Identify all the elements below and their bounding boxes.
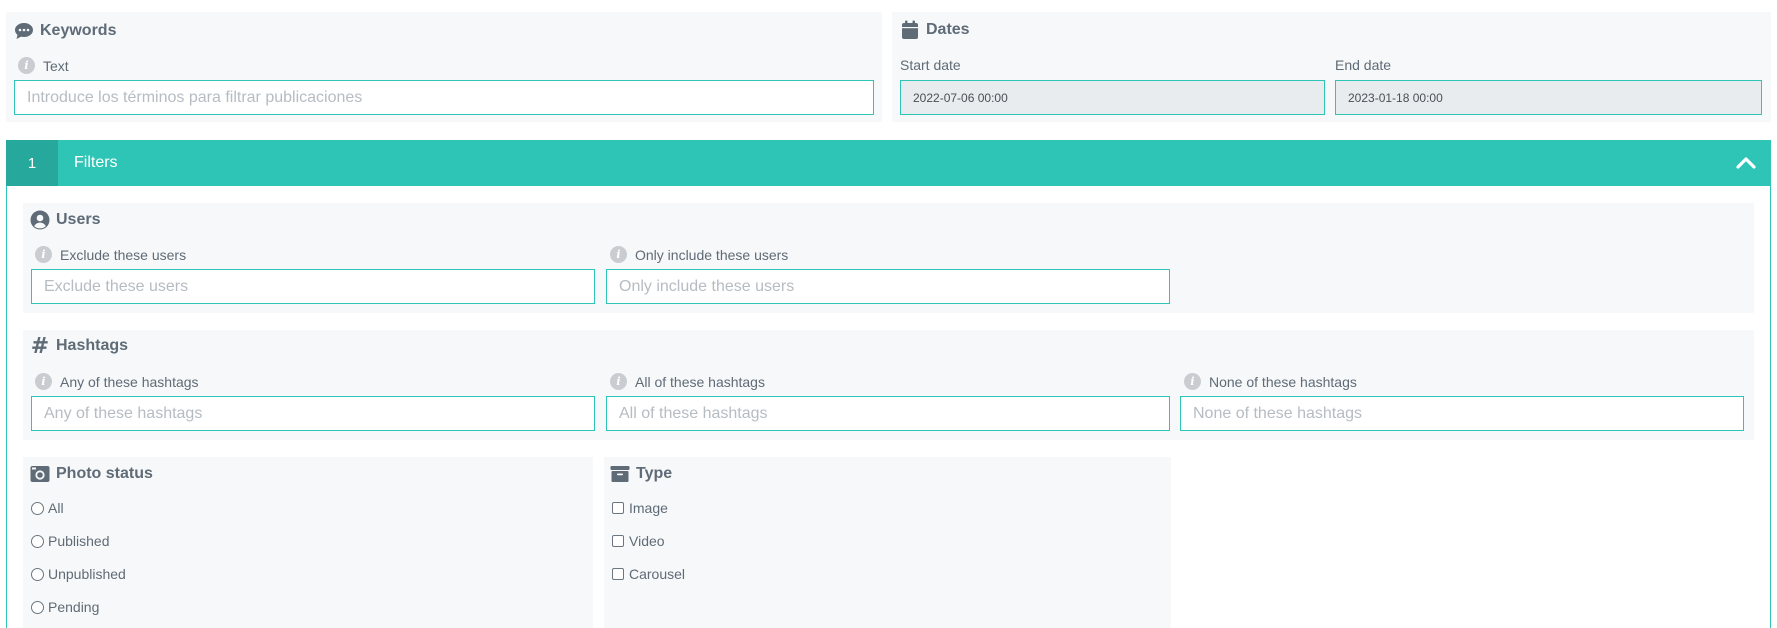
start-date-label: Start date <box>900 57 961 73</box>
none-hashtags-input[interactable]: None of these hashtags <box>1180 396 1744 431</box>
type-option[interactable]: Carousel <box>612 566 685 582</box>
dates-title-label: Dates <box>926 21 970 38</box>
info-icon[interactable]: i <box>1184 373 1201 390</box>
any-hashtags-label-text: Any of these hashtags <box>60 373 199 390</box>
option-label: Image <box>629 500 668 516</box>
include-users-input[interactable]: Only include these users <box>606 269 1170 304</box>
info-icon[interactable]: i <box>18 57 35 74</box>
filters-step-number: 1 <box>6 140 58 186</box>
hash-icon: # <box>30 333 50 359</box>
info-icon[interactable]: i <box>610 373 627 390</box>
radio-button[interactable] <box>31 501 44 515</box>
hashtags-title-label: Hashtags <box>56 337 129 354</box>
user-circle-icon <box>30 210 50 230</box>
checkbox[interactable] <box>612 502 624 514</box>
exclude-users-label: i Exclude these users <box>35 246 186 263</box>
option-label: Unpublished <box>48 566 126 582</box>
info-icon[interactable]: i <box>35 373 52 390</box>
photo-status-title: Photo status <box>30 464 153 484</box>
text-label: Text <box>43 57 69 74</box>
hashtags-title: # Hashtags <box>30 333 129 359</box>
chevron-up-icon[interactable] <box>1735 153 1757 173</box>
exclude-users-input[interactable]: Exclude these users <box>31 269 595 304</box>
comment-icon <box>14 21 34 41</box>
dates-title: Dates <box>900 20 970 40</box>
start-date-input[interactable]: 2022-07-06 00:00 <box>900 80 1325 115</box>
checkbox[interactable] <box>612 535 624 547</box>
users-title-label: Users <box>56 211 101 228</box>
filters-title: Filters <box>74 154 118 171</box>
type-option[interactable]: Image <box>612 500 668 516</box>
keywords-text-input[interactable]: Introduce los términos para filtrar publ… <box>14 80 874 115</box>
camera-icon <box>30 464 50 484</box>
all-hashtags-input[interactable]: All of these hashtags <box>606 396 1170 431</box>
none-hashtags-label-text: None of these hashtags <box>1209 373 1357 390</box>
users-title: Users <box>30 210 100 230</box>
type-option[interactable]: Video <box>612 533 665 549</box>
keywords-panel: Keywords i Text Introduce los términos p… <box>6 12 882 122</box>
archive-icon <box>610 464 630 484</box>
type-title: Type <box>610 464 672 484</box>
option-label: Carousel <box>629 566 686 582</box>
option-label: Pending <box>48 599 100 615</box>
all-hashtags-label: i All of these hashtags <box>610 373 765 390</box>
photo-status-option[interactable]: All <box>31 500 64 516</box>
photo-status-panel: Photo status All Published Unpublished P… <box>23 457 593 628</box>
keywords-title-label: Keywords <box>40 22 117 39</box>
type-title-label: Type <box>636 465 673 482</box>
info-icon[interactable]: i <box>35 246 52 263</box>
radio-button[interactable] <box>31 567 44 581</box>
radio-button[interactable] <box>31 534 44 548</box>
dates-panel: Dates Start date 2022-07-06 00:00 End da… <box>892 12 1771 122</box>
all-hashtags-label-text: All of these hashtags <box>635 373 765 390</box>
exclude-users-label-text: Exclude these users <box>60 246 187 263</box>
end-date-label: End date <box>1335 57 1392 73</box>
option-label: All <box>48 500 64 516</box>
hashtags-panel: # Hashtags i Any of these hashtags Any o… <box>23 330 1754 440</box>
any-hashtags-input[interactable]: Any of these hashtags <box>31 396 595 431</box>
text-field-label: i Text <box>18 57 69 74</box>
info-icon[interactable]: i <box>610 246 627 263</box>
include-users-label-text: Only include these users <box>635 246 789 263</box>
radio-button[interactable] <box>31 600 44 614</box>
end-date-input[interactable]: 2023-01-18 00:00 <box>1335 80 1762 115</box>
photo-status-option[interactable]: Published <box>31 533 110 549</box>
calendar-icon <box>900 20 920 40</box>
none-hashtags-label: i None of these hashtags <box>1184 373 1357 390</box>
include-users-label: i Only include these users <box>610 246 788 263</box>
filters-accordion-header[interactable]: 1 Filters <box>6 140 1771 186</box>
option-label: Published <box>48 533 110 549</box>
photo-status-option[interactable]: Pending <box>31 599 99 615</box>
type-panel: Type Image Video Carousel <box>604 457 1171 628</box>
any-hashtags-label: i Any of these hashtags <box>35 373 199 390</box>
checkbox[interactable] <box>612 568 624 580</box>
users-panel: Users i Exclude these users Exclude thes… <box>23 203 1754 313</box>
keywords-title: Keywords <box>14 21 116 41</box>
photo-status-title-label: Photo status <box>56 465 153 482</box>
photo-status-option[interactable]: Unpublished <box>31 566 126 582</box>
option-label: Video <box>629 533 665 549</box>
